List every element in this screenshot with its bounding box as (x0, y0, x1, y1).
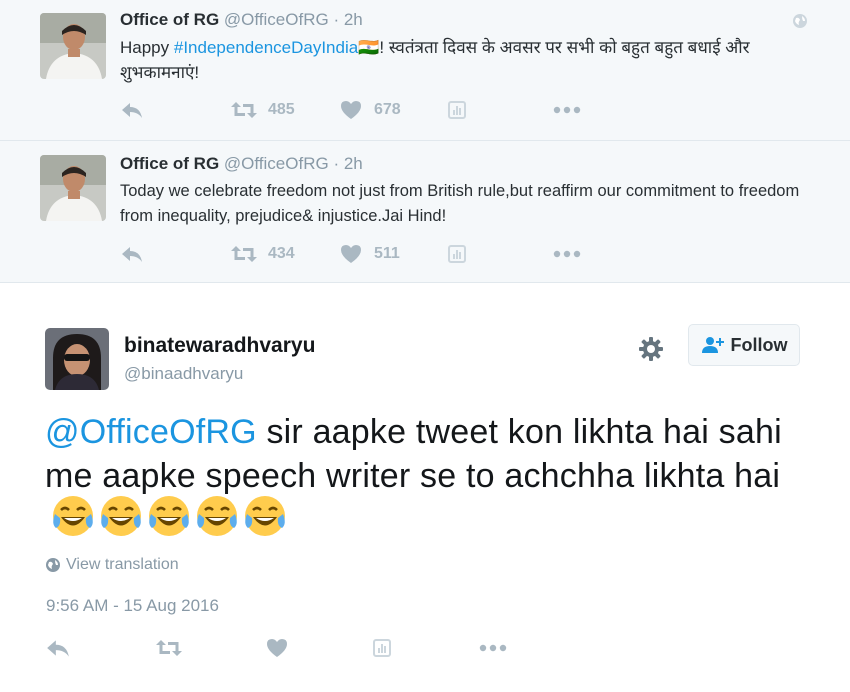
heart-icon (341, 245, 361, 263)
reply-button[interactable] (120, 98, 144, 122)
laughing-crying-emoji (243, 494, 287, 549)
view-translation-link[interactable]: View translation (45, 556, 179, 574)
tweet-text: Happy #IndependenceDayIndia🇮🇳! स्वतंत्रत… (120, 38, 750, 82)
gear-icon[interactable] (637, 335, 665, 363)
tweet-2[interactable]: Office of RG @OfficeOfRG · 2h Today we c… (0, 141, 850, 283)
retweet-icon (156, 640, 182, 656)
tweet-text: @OfficeOfRG sir aapke tweet kon likhta h… (45, 410, 805, 553)
analytics-button[interactable] (448, 242, 466, 266)
analytics-icon (448, 101, 466, 119)
more-icon (479, 644, 507, 652)
analytics-button[interactable] (373, 636, 391, 660)
more-button[interactable] (553, 242, 581, 266)
tweet-actions: 434 511 (120, 242, 600, 266)
author-name[interactable]: binatewaradhvaryu (124, 334, 315, 358)
reply-icon (122, 103, 142, 118)
retweet-icon (231, 102, 257, 118)
reply-button[interactable] (45, 636, 71, 660)
emoji-group (51, 494, 287, 549)
author-handle[interactable]: @OfficeOfRG (224, 10, 329, 29)
like-count: 511 (374, 245, 400, 262)
follow-label: Follow (730, 334, 788, 355)
author-name[interactable]: Office of RG (120, 154, 219, 173)
retweet-button[interactable]: 434 (230, 242, 295, 266)
reply-button[interactable] (120, 242, 144, 266)
flag-emoji: 🇮🇳 (358, 38, 380, 57)
follow-button[interactable]: Follow (688, 324, 800, 366)
heart-icon (341, 101, 361, 119)
laughing-crying-emoji (51, 494, 95, 549)
tweet-time[interactable]: · 2h (333, 10, 362, 29)
analytics-button[interactable] (448, 98, 466, 122)
like-button[interactable] (266, 636, 288, 660)
retweet-icon (231, 246, 257, 262)
author-handle[interactable]: @binaadhvaryu (124, 364, 243, 384)
avatar[interactable] (45, 328, 109, 390)
follow-person-icon (701, 337, 724, 353)
heart-icon (267, 639, 287, 657)
tweet-time[interactable]: · 2h (333, 154, 362, 173)
retweet-button[interactable] (155, 636, 183, 660)
mention-link[interactable]: @OfficeOfRG (45, 413, 257, 451)
author-handle[interactable]: @OfficeOfRG (224, 154, 329, 173)
tweet-timestamp[interactable]: 9:56 AM - 15 Aug 2016 (46, 596, 219, 616)
analytics-icon (373, 639, 391, 657)
more-icon (553, 250, 581, 258)
laughing-crying-emoji (99, 494, 143, 549)
retweet-count: 485 (268, 101, 295, 118)
reply-icon (47, 640, 69, 657)
globe-icon (46, 558, 60, 572)
reply-icon (122, 247, 142, 262)
more-icon (553, 106, 581, 114)
analytics-icon (448, 245, 466, 263)
avatar[interactable] (40, 13, 106, 79)
laughing-crying-emoji (195, 494, 239, 549)
avatar[interactable] (40, 155, 106, 221)
tweet-text: Today we celebrate freedom not just from… (120, 182, 800, 225)
tweet-actions: 485 678 (120, 98, 600, 122)
like-button[interactable]: 678 (340, 98, 401, 122)
tweet-header: Office of RG @OfficeOfRG · 2h (120, 10, 363, 30)
like-button[interactable]: 511 (340, 242, 400, 266)
like-count: 678 (374, 101, 401, 118)
laughing-crying-emoji (147, 494, 191, 549)
more-button[interactable] (553, 98, 581, 122)
retweet-button[interactable]: 485 (230, 98, 295, 122)
hashtag-link[interactable]: #IndependenceDayIndia (174, 38, 358, 57)
more-button[interactable] (479, 636, 507, 660)
author-name[interactable]: Office of RG (120, 10, 219, 29)
tweet-1[interactable]: Office of RG @OfficeOfRG · 2h Happy #Ind… (0, 0, 850, 141)
retweet-count: 434 (268, 245, 295, 262)
tweet-header: Office of RG @OfficeOfRG · 2h (120, 154, 363, 174)
globe-icon (792, 13, 808, 29)
